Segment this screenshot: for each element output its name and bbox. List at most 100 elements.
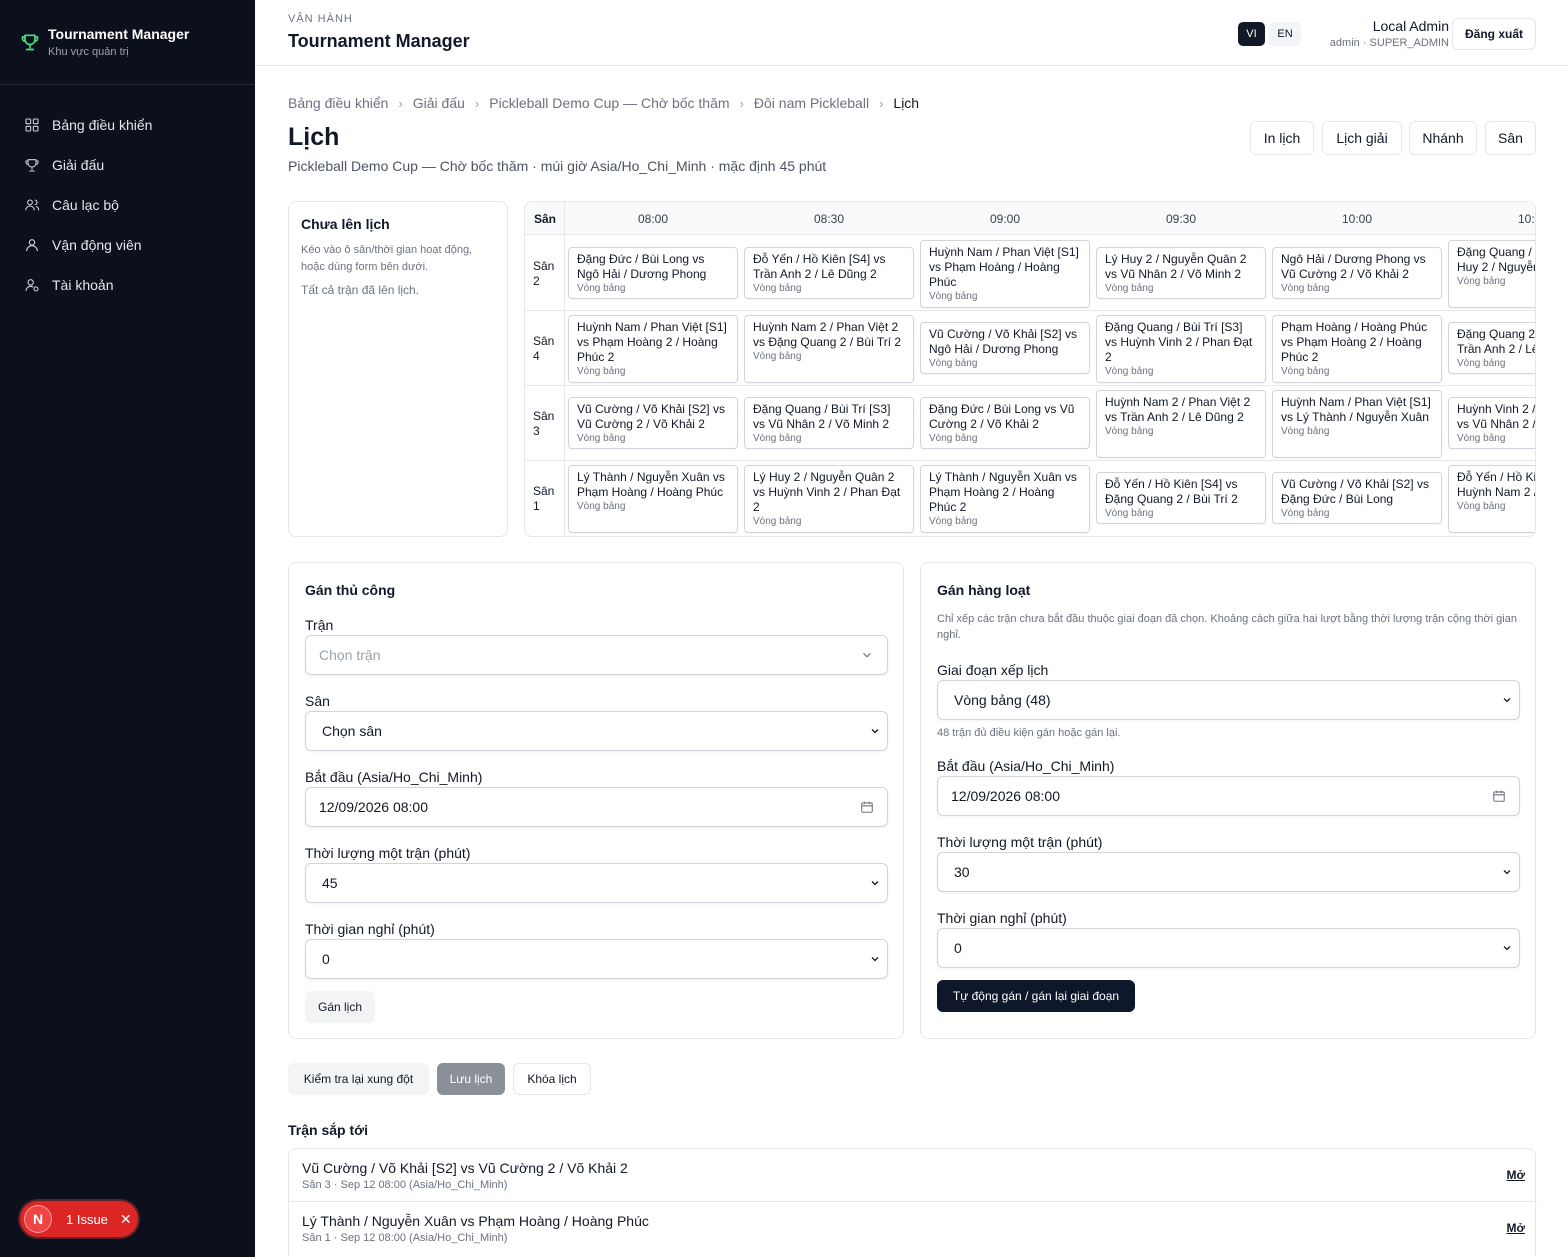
open-match-link[interactable]: Mở bbox=[1506, 1221, 1525, 1235]
match-stage: Vòng bảng bbox=[1281, 283, 1330, 294]
courts-button[interactable]: Sân bbox=[1485, 121, 1536, 155]
scheduled-match-card[interactable]: Đặng Quang / Bùi Trí [S3] vs Vũ Nhân 2 /… bbox=[744, 397, 914, 449]
issue-badge[interactable]: N 1 Issue ✕ bbox=[20, 1201, 138, 1237]
match-stage: Vòng bảng bbox=[1457, 433, 1506, 444]
scheduled-match-card[interactable]: Đặng Đức / Bùi Long vs Ngô Hải / Dương P… bbox=[568, 247, 738, 299]
bulk-duration-select[interactable]: 30 bbox=[937, 852, 1520, 892]
save-schedule-button[interactable]: Lưu lịch bbox=[437, 1063, 505, 1095]
match-select-placeholder: Chọn trận bbox=[319, 647, 381, 663]
bulk-duration-select-value: 30 bbox=[954, 864, 970, 880]
scheduled-match-card[interactable]: Vũ Cường / Võ Khải [S2] vs Ngô Hải / Dươ… bbox=[920, 322, 1090, 374]
check-conflicts-button[interactable]: Kiểm tra lại xung đột bbox=[288, 1063, 429, 1095]
upcoming-match-meta: Sân 3 · Sep 12 08:00 (Asia/Ho_Chi_Minh) bbox=[302, 1179, 508, 1191]
scheduled-match-card[interactable]: Phạm Hoàng / Hoàng Phúc vs Phạm Hoàng 2 … bbox=[1272, 315, 1442, 383]
bulk-break-select[interactable]: 0 bbox=[937, 928, 1520, 968]
issue-label: 1 Issue bbox=[66, 1211, 108, 1227]
match-teams: Đặng Quang 2 / Bùi Trí 2 vs Trần Anh 2 /… bbox=[1457, 327, 1536, 356]
sidebar-item-clubs[interactable]: Câu lạc bộ bbox=[0, 185, 255, 225]
brand-subtitle: Khu vực quản trị bbox=[48, 46, 129, 58]
sidebar-item-athletes[interactable]: Vận động viên bbox=[0, 225, 255, 265]
bulk-hint: Chỉ xếp các trận chưa bắt đầu thuộc giai… bbox=[937, 613, 1517, 641]
scheduled-match-card[interactable]: Đỗ Yến / Hồ Kiên [S4] vs Huỳnh Nam 2 / P… bbox=[1448, 465, 1535, 533]
app-title: Tournament Manager bbox=[288, 31, 470, 51]
breadcrumb-dashboard[interactable]: Bảng điều khiển bbox=[288, 95, 388, 111]
user-name: Local Admin bbox=[1372, 18, 1449, 34]
print-schedule-button[interactable]: In lịch bbox=[1250, 121, 1314, 155]
match-teams: Lý Huy 2 / Nguyễn Quân 2 vs Vũ Nhân 2 / … bbox=[1105, 252, 1247, 281]
duration-select[interactable]: 45 bbox=[305, 863, 888, 903]
unscheduled-panel[interactable]: Chưa lên lịch Kéo vào ô sân/thời gian ho… bbox=[288, 201, 508, 537]
scheduled-match-card[interactable]: Huỳnh Nam / Phan Việt [S1] vs Phạm Hoàng… bbox=[920, 240, 1090, 308]
bulk-start-datetime-input[interactable]: 12/09/2026 08:00 bbox=[937, 776, 1520, 816]
scheduled-match-card[interactable]: Lý Huy 2 / Nguyễn Quân 2 vs Vũ Nhân 2 / … bbox=[1096, 247, 1266, 299]
scheduled-match-card[interactable]: Lý Thành / Nguyễn Xuân vs Phạm Hoàng 2 /… bbox=[920, 465, 1090, 533]
duration-select-value: 45 bbox=[322, 875, 338, 891]
scheduled-match-card[interactable]: Lý Thành / Nguyễn Xuân vs Phạm Hoàng / H… bbox=[568, 465, 738, 533]
court-select[interactable]: Chọn sân bbox=[305, 711, 888, 751]
calendar-icon[interactable] bbox=[1492, 789, 1506, 803]
scheduled-match-card[interactable]: Đỗ Yến / Hồ Kiên [S4] vs Trần Anh 2 / Lê… bbox=[744, 247, 914, 299]
tournament-schedule-button[interactable]: Lịch giải bbox=[1322, 121, 1402, 155]
match-stage: Vòng bảng bbox=[1457, 358, 1506, 369]
chevron-down-icon bbox=[1503, 698, 1511, 703]
breadcrumb-tournament[interactable]: Pickleball Demo Cup — Chờ bốc thăm bbox=[489, 95, 729, 111]
scheduled-match-card[interactable]: Huỳnh Nam / Phan Việt [S1] vs Phạm Hoàng… bbox=[568, 315, 738, 383]
scheduled-match-card[interactable]: Huỳnh Nam / Phan Việt [S1] vs Lý Thành /… bbox=[1272, 390, 1442, 458]
scheduled-match-card[interactable]: Huỳnh Nam 2 / Phan Việt 2 vs Trần Anh 2 … bbox=[1096, 390, 1266, 458]
chevron-right-icon: › bbox=[398, 95, 403, 111]
bracket-button[interactable]: Nhánh bbox=[1409, 121, 1477, 155]
match-teams: Đặng Đức / Bùi Long vs Vũ Cường 2 / Võ K… bbox=[929, 402, 1075, 431]
calendar-icon[interactable] bbox=[860, 800, 874, 814]
match-teams: Đỗ Yến / Hồ Kiên [S4] vs Trần Anh 2 / Lê… bbox=[753, 252, 886, 281]
upcoming-match-teams: Vũ Cường / Võ Khải [S2] vs Vũ Cường 2 / … bbox=[302, 1160, 628, 1176]
match-teams: Đặng Đức / Bùi Long vs Ngô Hải / Dương P… bbox=[577, 252, 707, 281]
sidebar-nav: Bảng điều khiển Giải đấu Câu lạc bộ Vận … bbox=[0, 85, 255, 305]
logout-button[interactable]: Đăng xuất bbox=[1452, 18, 1536, 50]
scheduled-match-card[interactable]: Đặng Quang / Bùi Trí [S3] vs Huỳnh Vinh … bbox=[1096, 315, 1266, 383]
scheduled-match-card[interactable]: Đặng Quang / Bùi Trí vs Lý Huy 2 / Nguyễ… bbox=[1448, 240, 1535, 308]
match-stage: Vòng bảng bbox=[577, 501, 626, 512]
scheduled-match-card[interactable]: Đặng Đức / Bùi Long vs Vũ Cường 2 / Võ K… bbox=[920, 397, 1090, 449]
match-stage: Vòng bảng bbox=[1105, 508, 1154, 519]
scheduled-match-card[interactable]: Vũ Cường / Võ Khải [S2] vs Vũ Cường 2 / … bbox=[568, 397, 738, 449]
grid-court-row: Sân 4 Huỳnh Nam / Phan Việt [S1] vs Phạm … bbox=[525, 311, 1536, 386]
lang-vi-button[interactable]: VI bbox=[1238, 22, 1265, 46]
scheduled-match-card[interactable]: Lý Huy 2 / Nguyễn Quân 2 vs Huỳnh Vinh 2… bbox=[744, 465, 914, 533]
assign-schedule-button[interactable]: Gán lịch bbox=[305, 991, 375, 1023]
brand-title: Tournament Manager bbox=[48, 26, 190, 42]
open-match-link[interactable]: Mở bbox=[1506, 1168, 1525, 1182]
breadcrumb-tournaments[interactable]: Giải đấu bbox=[413, 95, 465, 111]
list-item: Lý Thành / Nguyễn Xuân vs Phạm Hoàng / H… bbox=[289, 1202, 1537, 1255]
match-teams: Lý Huy 2 / Nguyễn Quân 2 vs Huỳnh Vinh 2… bbox=[753, 470, 901, 514]
scheduled-match-card[interactable]: Ngô Hải / Dương Phong vs Vũ Cường 2 / Võ… bbox=[1272, 247, 1442, 299]
brand[interactable]: Tournament Manager Khu vực quản trị bbox=[0, 0, 255, 85]
start-datetime-value: 12/09/2026 08:00 bbox=[319, 799, 428, 815]
scheduled-match-card[interactable]: Huỳnh Nam 2 / Phan Việt 2 vs Đặng Quang … bbox=[744, 315, 914, 383]
upcoming-list: Vũ Cường / Võ Khải [S2] vs Vũ Cường 2 / … bbox=[288, 1148, 1537, 1257]
match-select[interactable]: Chọn trận bbox=[305, 635, 888, 675]
grid-court-label: Sân 2 bbox=[533, 258, 555, 288]
scheduled-match-card[interactable]: Huỳnh Vinh 2 / Phan Đạt 2 vs Vũ Nhân 2 /… bbox=[1448, 397, 1535, 449]
scheduled-match-card[interactable]: Đỗ Yến / Hồ Kiên [S4] vs Đặng Quang 2 / … bbox=[1096, 472, 1266, 524]
close-icon[interactable]: ✕ bbox=[120, 1211, 132, 1228]
match-stage: Vòng bảng bbox=[1457, 276, 1506, 287]
user-icon bbox=[26, 239, 38, 252]
auto-assign-button[interactable]: Tự động gán / gán lại giai đoạn bbox=[937, 980, 1135, 1012]
lang-en-button[interactable]: EN bbox=[1269, 22, 1301, 46]
sidebar-item-dashboard[interactable]: Bảng điều khiển bbox=[0, 105, 255, 145]
sidebar: Tournament Manager Khu vực quản trị Bảng… bbox=[0, 0, 255, 1257]
stage-select[interactable]: Vòng bảng (48) bbox=[937, 680, 1520, 720]
break-select[interactable]: 0 bbox=[305, 939, 888, 979]
manual-title: Gán thủ công bbox=[305, 582, 396, 598]
match-stage: Vòng bảng bbox=[753, 516, 802, 527]
breadcrumb-event[interactable]: Đôi nam Pickleball bbox=[754, 95, 869, 111]
start-datetime-input[interactable]: 12/09/2026 08:00 bbox=[305, 787, 888, 827]
bulk-break-label: Thời gian nghỉ (phút) bbox=[937, 910, 1067, 926]
scheduled-match-card[interactable]: Vũ Cường / Võ Khải [S2] vs Đặng Đức / Bù… bbox=[1272, 472, 1442, 524]
sidebar-item-label: Bảng điều khiển bbox=[52, 117, 153, 133]
sidebar-item-tournaments[interactable]: Giải đấu bbox=[0, 145, 255, 185]
scheduled-match-card[interactable]: Đặng Quang 2 / Bùi Trí 2 vs Trần Anh 2 /… bbox=[1448, 322, 1536, 374]
lock-schedule-button[interactable]: Khóa lịch bbox=[513, 1063, 591, 1095]
chevron-down-icon bbox=[871, 957, 879, 962]
sidebar-item-account[interactable]: Tài khoản bbox=[0, 265, 255, 305]
